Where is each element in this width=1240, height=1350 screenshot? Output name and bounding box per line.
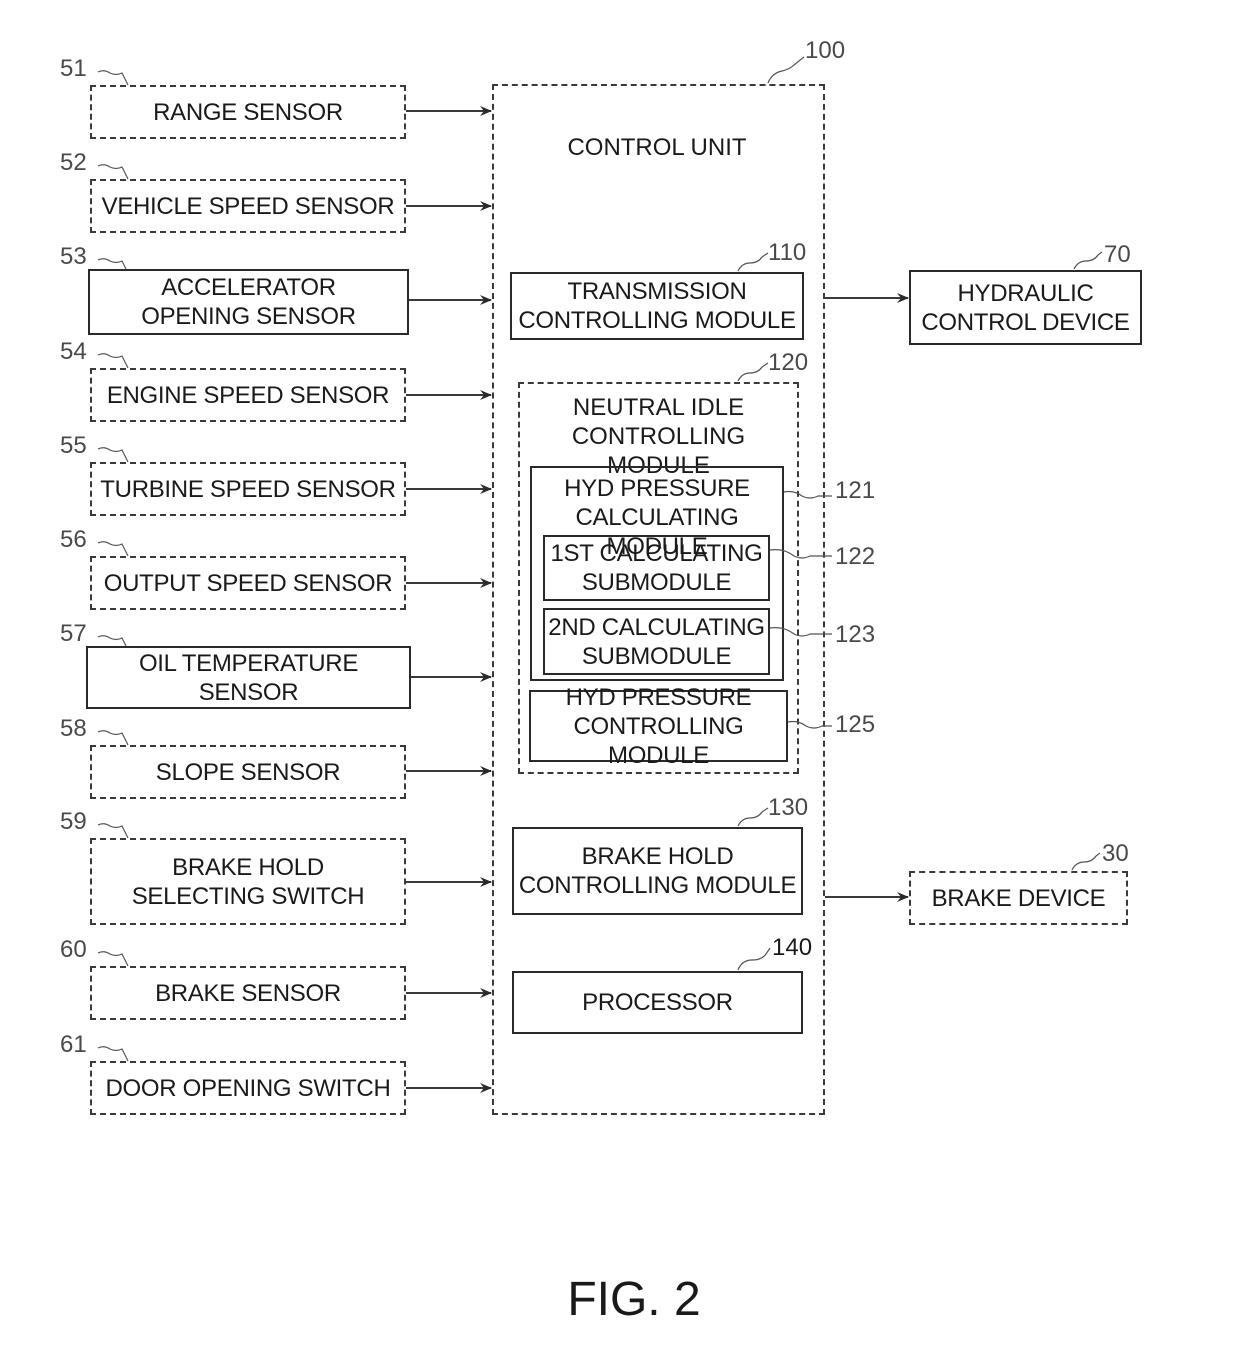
ref-121: 121 <box>835 477 876 504</box>
figure-label: FIG. 2 <box>567 1273 701 1326</box>
hyd-pressure-controlling-module-box: HYD PRESSURE CONTROLLING MODULE <box>529 684 788 769</box>
brake-device-label: BRAKE DEVICE <box>931 884 1106 912</box>
brake-hold-selecting-switch-box: BRAKE HOLD SELECTING SWITCH <box>90 838 406 925</box>
second-calculating-submodule-box: 2ND CALCULATING SUBMODULE <box>543 608 770 675</box>
ref-122: 122 <box>835 543 876 570</box>
ref-130: 130 <box>768 794 809 821</box>
ref-54: 54 <box>60 338 87 365</box>
brake-device-box: BRAKE DEVICE <box>909 871 1128 925</box>
ref-56: 56 <box>60 526 87 553</box>
ref-52: 52 <box>60 149 87 176</box>
leader-57 <box>97 635 127 647</box>
range-sensor-box: RANGE SENSOR <box>90 85 406 139</box>
control-unit-label: CONTROL UNIT <box>567 134 747 161</box>
brake-sensor-label: BRAKE SENSOR <box>155 979 341 1007</box>
leader-70 <box>1073 251 1103 270</box>
processor-label: PROCESSOR <box>582 989 733 1016</box>
output-speed-sensor-box: OUTPUT SPEED SENSOR <box>90 556 406 610</box>
slope-sensor-box: SLOPE SENSOR <box>90 745 406 799</box>
ref-120: 120 <box>768 349 809 376</box>
brake-sensor-box: BRAKE SENSOR <box>90 966 406 1020</box>
oil-temperature-sensor-label: OIL TEMPERATURE SENSOR <box>138 649 359 706</box>
processor-box: PROCESSOR <box>512 971 803 1034</box>
range-sensor-label: RANGE SENSOR <box>153 98 343 126</box>
slope-sensor-label: SLOPE SENSOR <box>155 758 341 786</box>
leader-100 <box>767 56 805 84</box>
first-calculating-submodule-box: 1ST CALCULATING SUBMODULE <box>543 535 770 601</box>
brake-hold-controlling-module-box: BRAKE HOLD CONTROLLING MODULE <box>512 827 803 915</box>
leader-55 <box>97 447 129 463</box>
ref-53: 53 <box>60 243 87 270</box>
first-calculating-submodule-label: 1ST CALCULATING SUBMODULE <box>550 540 763 596</box>
leader-59 <box>97 823 129 839</box>
leader-61 <box>97 1046 129 1062</box>
ref-100: 100 <box>805 37 846 64</box>
leader-58 <box>97 730 129 746</box>
hyd-pressure-controlling-module-label: HYD PRESSURE CONTROLLING MODULE <box>565 683 752 769</box>
second-calculating-submodule-label: 2ND CALCULATING SUBMODULE <box>548 613 765 670</box>
leader-54 <box>97 353 129 369</box>
door-opening-switch-label: DOOR OPENING SWITCH <box>105 1074 391 1102</box>
ref-125: 125 <box>835 711 876 738</box>
ref-70: 70 <box>1104 241 1131 268</box>
leader-30 <box>1071 852 1101 871</box>
accelerator-opening-sensor-box: ACCELERATOR OPENING SENSOR <box>88 269 409 335</box>
turbine-speed-sensor-label: TURBINE SPEED SENSOR <box>100 475 396 503</box>
ref-51: 51 <box>60 55 87 82</box>
hydraulic-control-device-label: HYDRAULIC CONTROL DEVICE <box>921 279 1130 336</box>
ref-60: 60 <box>60 936 87 963</box>
leader-56 <box>97 541 129 557</box>
ref-55: 55 <box>60 432 87 459</box>
leader-60 <box>97 951 129 967</box>
ref-57: 57 <box>60 620 87 647</box>
vehicle-speed-sensor-box: VEHICLE SPEED SENSOR <box>90 179 406 233</box>
leader-51 <box>97 70 129 86</box>
oil-temperature-sensor-box: OIL TEMPERATURE SENSOR <box>86 646 411 709</box>
vehicle-speed-sensor-label: VEHICLE SPEED SENSOR <box>101 192 395 220</box>
turbine-speed-sensor-box: TURBINE SPEED SENSOR <box>90 462 406 516</box>
ref-140: 140 <box>772 934 813 961</box>
ref-59: 59 <box>60 808 87 835</box>
brake-hold-controlling-module-label: BRAKE HOLD CONTROLLING MODULE <box>518 843 797 899</box>
hydraulic-control-device-box: HYDRAULIC CONTROL DEVICE <box>909 270 1142 345</box>
engine-speed-sensor-box: ENGINE SPEED SENSOR <box>90 368 406 422</box>
engine-speed-sensor-label: ENGINE SPEED SENSOR <box>106 381 390 409</box>
accelerator-opening-sensor-label: ACCELERATOR OPENING SENSOR <box>141 274 356 330</box>
leader-53 <box>97 258 127 270</box>
brake-hold-selecting-switch-label: BRAKE HOLD SELECTING SWITCH <box>131 853 365 910</box>
output-speed-sensor-label: OUTPUT SPEED SENSOR <box>103 569 393 597</box>
ref-123: 123 <box>835 621 876 648</box>
transmission-controlling-module-label: TRANSMISSION CONTROLLING MODULE <box>518 278 796 334</box>
ref-110: 110 <box>768 239 807 266</box>
transmission-controlling-module-box: TRANSMISSION CONTROLLING MODULE <box>510 272 804 340</box>
ref-58: 58 <box>60 715 87 742</box>
ref-30: 30 <box>1102 840 1129 867</box>
door-opening-switch-box: DOOR OPENING SWITCH <box>90 1061 406 1115</box>
leader-52 <box>97 164 129 180</box>
ref-61: 61 <box>60 1031 87 1058</box>
